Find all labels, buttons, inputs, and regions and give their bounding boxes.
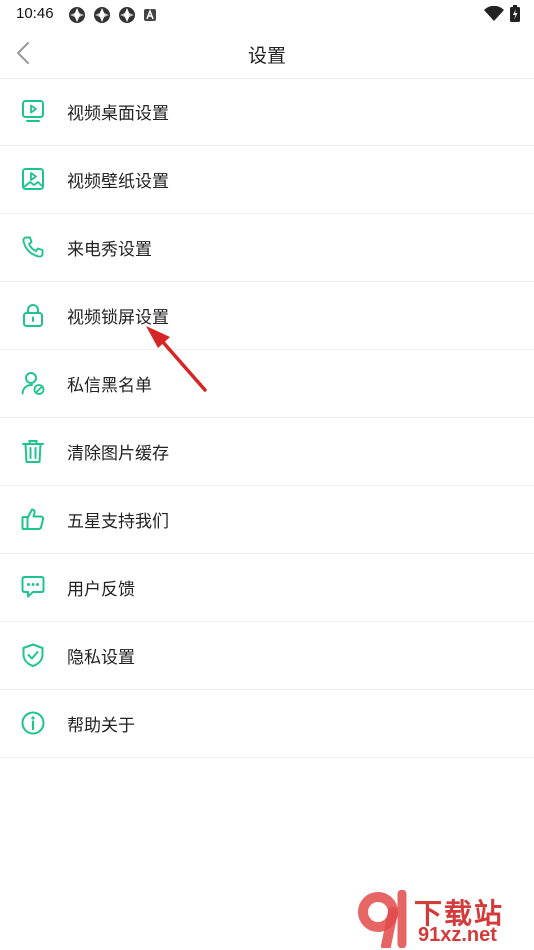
- lock-icon: [23, 304, 43, 327]
- status-time: 10:46: [16, 5, 54, 22]
- settings-item-video-wallpaper[interactable]: 视频壁纸设置: [0, 146, 534, 214]
- phone-icon: [22, 236, 44, 258]
- settings-item-label: 隐私设置: [67, 648, 135, 668]
- settings-item-help-about[interactable]: 帮助关于: [0, 690, 534, 758]
- settings-item-label: 私信黑名单: [67, 376, 152, 396]
- top-app-bar: 设置: [0, 28, 534, 79]
- thumbs-up-icon: [21, 508, 45, 530]
- settings-item-video-lockscreen[interactable]: 视频锁屏设置: [0, 282, 534, 350]
- notification-app-icon: [94, 7, 110, 23]
- settings-item-feedback[interactable]: 用户反馈: [0, 554, 534, 622]
- wifi-icon: [484, 5, 504, 21]
- settings-item-label: 视频锁屏设置: [67, 308, 169, 328]
- settings-item-label: 用户反馈: [67, 580, 135, 600]
- shield-check-icon: [22, 643, 44, 667]
- trash-icon: [22, 440, 44, 463]
- settings-item-label: 清除图片缓存: [67, 444, 169, 464]
- settings-item-five-star[interactable]: 五星支持我们: [0, 486, 534, 554]
- watermark-logo: [358, 890, 407, 948]
- settings-list: 视频桌面设置 视频壁纸设置 来电秀设置 视频锁屏设置 私信黑名单 清除图片缓存 …: [0, 78, 534, 758]
- page-title: 设置: [247, 45, 286, 67]
- watermark-url: 91xz.net: [418, 924, 497, 946]
- settings-item-privacy[interactable]: 隐私设置: [0, 622, 534, 690]
- video-desktop-icon: [22, 100, 44, 122]
- settings-item-call-show[interactable]: 来电秀设置: [0, 214, 534, 282]
- user-block-icon: [21, 372, 45, 395]
- settings-item-label: 视频壁纸设置: [67, 172, 169, 192]
- settings-item-label: 五星支持我们: [67, 512, 169, 532]
- notification-app-icon: [69, 7, 85, 23]
- chat-bubble-icon: [21, 576, 45, 598]
- settings-item-label: 来电秀设置: [67, 240, 152, 260]
- battery-icon: [510, 5, 520, 22]
- status-bar: 10:46: [0, 0, 534, 28]
- info-icon: [21, 711, 45, 735]
- settings-item-clear-cache[interactable]: 清除图片缓存: [0, 418, 534, 486]
- notification-app-icon: [119, 7, 135, 23]
- settings-item-dm-blacklist[interactable]: 私信黑名单: [0, 350, 534, 418]
- video-wallpaper-icon: [22, 168, 44, 190]
- settings-item-label: 视频桌面设置: [67, 104, 169, 124]
- notification-a-icon: [144, 8, 156, 21]
- watermark: 下载站 91xz.net: [356, 890, 528, 948]
- settings-item-video-desktop[interactable]: 视频桌面设置: [0, 78, 534, 146]
- settings-item-label: 帮助关于: [67, 716, 135, 736]
